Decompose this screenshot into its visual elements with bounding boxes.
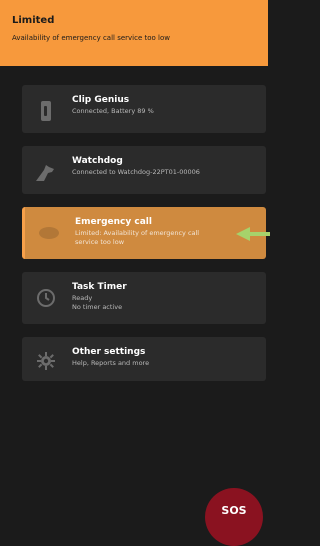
card-clip-genius-status: Connected, Battery 89 % — [72, 107, 154, 115]
card-task-timer-status-line-2: No timer active — [72, 303, 123, 311]
card-emergency-call-label: Emergency call — [75, 217, 152, 227]
card-watchdog-status: Connected to Watchdog-22PT01-00006 — [72, 168, 200, 176]
pointer-arrow-icon — [236, 227, 270, 241]
card-clip-genius-label: Clip Genius — [72, 95, 130, 105]
emergency-icon — [37, 221, 61, 245]
card-other-settings-status: Help, Reports and more — [72, 359, 150, 367]
status-banner: Limited Availability of emergency call s… — [0, 0, 268, 66]
device-battery-icon — [34, 99, 58, 123]
card-task-timer-label: Task Timer — [72, 282, 127, 292]
card-emergency-call-status-line-2: service too low — [75, 238, 125, 246]
gear-icon — [34, 349, 58, 373]
card-task-timer-status-line-1: Ready — [72, 294, 93, 302]
sos-button[interactable]: SOS — [205, 488, 263, 546]
card-emergency-call[interactable]: Emergency call Limited: Availability of … — [22, 207, 266, 259]
card-other-settings[interactable]: Other settings Help, Reports and more — [22, 337, 266, 381]
dog-icon — [34, 160, 58, 184]
card-watchdog[interactable]: Watchdog Connected to Watchdog-22PT01-00… — [22, 146, 266, 194]
card-task-timer[interactable]: Task Timer Ready No timer active — [22, 272, 266, 324]
card-clip-genius[interactable]: Clip Genius Connected, Battery 89 % — [22, 85, 266, 133]
clock-icon — [34, 286, 58, 310]
card-other-settings-label: Other settings — [72, 347, 146, 357]
card-emergency-call-status-line-1: Limited: Availability of emergency call — [75, 229, 200, 237]
card-watchdog-label: Watchdog — [72, 156, 123, 166]
status-banner-title: Limited — [12, 15, 55, 26]
status-banner-subtitle: Availability of emergency call service t… — [12, 34, 170, 42]
